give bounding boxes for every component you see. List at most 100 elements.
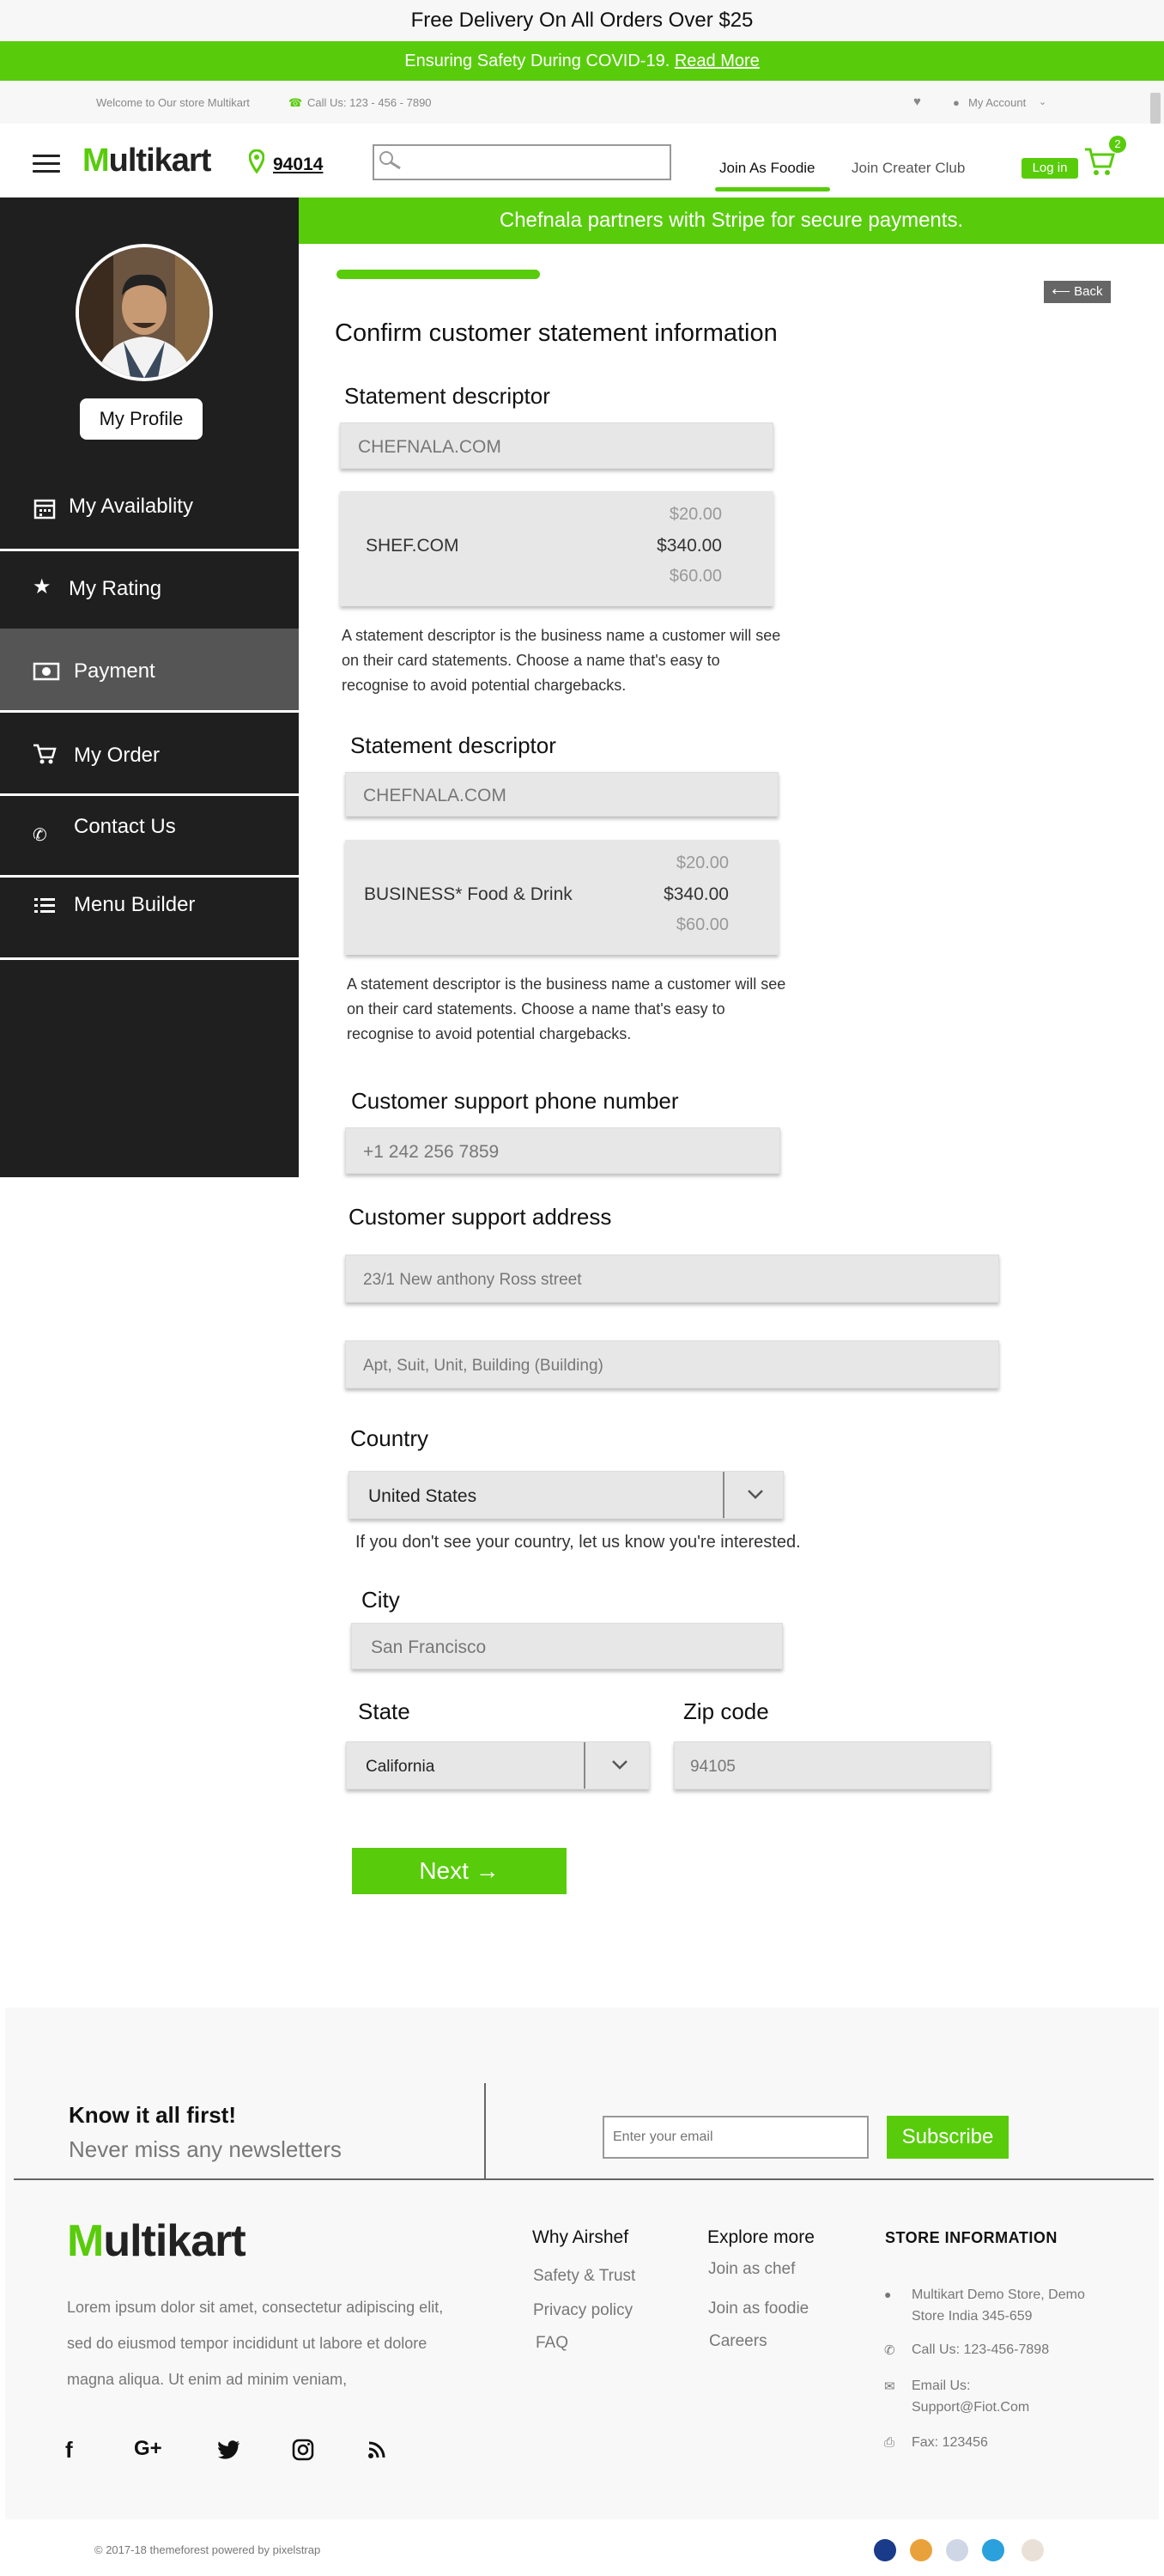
nav-join-creator-club[interactable]: Join Creater Club [852, 160, 965, 177]
twitter-icon[interactable] [218, 2440, 240, 2459]
sidebar-item-availability[interactable]: My Availablity [0, 471, 299, 551]
progress-bar [336, 270, 540, 279]
footer-divider [14, 2178, 1154, 2180]
chevron-down-icon [612, 1760, 627, 1770]
my-profile-button[interactable]: My Profile [80, 398, 203, 440]
instagram-icon[interactable] [292, 2439, 314, 2461]
my-account-link[interactable]: My Account [968, 96, 1026, 109]
nav-join-foodie[interactable]: Join As Foodie [719, 160, 815, 177]
read-more-link[interactable]: Read More [675, 52, 760, 70]
phone-icon: ✆ [33, 826, 47, 845]
cart-icon[interactable] [1083, 146, 1116, 179]
login-button[interactable]: Log in [1022, 158, 1078, 179]
mastercard-icon [910, 2539, 932, 2561]
zip-code-link[interactable]: 94014 [273, 155, 323, 175]
store-fax: Fax: 123456 [912, 2435, 988, 2450]
user-icon: ● [953, 96, 960, 109]
newsletter-subtitle: Never miss any newsletters [69, 2136, 342, 2162]
preview-amount: $340.00 [657, 536, 722, 556]
city-input[interactable]: San Francisco [351, 1623, 783, 1669]
sidebar-item-my-order[interactable]: My Order [0, 713, 299, 796]
subscribe-button[interactable]: Subscribe [887, 2116, 1009, 2159]
sidebar-item-rating[interactable]: ★ My Rating [0, 554, 299, 635]
list-icon [34, 898, 55, 913]
heart-icon[interactable]: ♥ [913, 94, 921, 109]
statement-description: A statement descriptor is the business n… [342, 627, 781, 694]
back-button[interactable]: ⟵ Back [1044, 281, 1111, 303]
info-bar: Welcome to Our store Multikart ☎ Call Us… [0, 81, 1164, 124]
store-info-title: STORE INFORMATION [885, 2229, 1058, 2246]
hamburger-menu-icon[interactable] [33, 155, 60, 173]
arrow-left-icon: ⟵ [1052, 284, 1070, 299]
preview-amount: $340.00 [664, 884, 729, 904]
sidebar-item-label: Payment [74, 659, 155, 683]
country-heading: Country [350, 1425, 429, 1451]
support-phone-input[interactable]: +1 242 256 7859 [345, 1127, 780, 1174]
support-address-heading: Customer support address [349, 1204, 612, 1230]
store-email: Email Us: Support@Fiot.Com [912, 2379, 1030, 2415]
statement-descriptor-input[interactable]: CHEFNALA.COM [345, 772, 779, 817]
email-icon: ✉ [884, 2379, 895, 2394]
sidebar-item-label: My Availablity [69, 495, 193, 518]
newsletter-title: Know it all first! [69, 2102, 236, 2128]
preview-amount: $60.00 [676, 915, 729, 934]
footer-logo[interactable]: Multikart [67, 2215, 246, 2267]
cart-icon [33, 744, 57, 764]
sidebar-item-menu-builder[interactable]: Menu Builder [0, 878, 299, 960]
footer-col2-title: Explore more [707, 2227, 815, 2247]
search-input[interactable] [373, 144, 671, 180]
preview-name: BUSINESS* Food & Drink [364, 884, 573, 904]
active-nav-underline [715, 187, 830, 191]
country-note: If you don't see your country, let us kn… [355, 1533, 801, 1552]
sidebar-item-label: My Rating [69, 577, 162, 600]
sidebar-item-label: Contact Us [74, 815, 176, 838]
discover-icon [1022, 2539, 1044, 2561]
search-icon [379, 151, 401, 170]
scrollbar[interactable] [1150, 93, 1161, 124]
footer-divider [484, 2083, 486, 2179]
sidebar-item-payment[interactable]: Payment [0, 629, 299, 713]
next-button[interactable]: Next → [352, 1848, 567, 1894]
statement-descriptor-heading: Statement descriptor [344, 383, 550, 409]
newsletter-email-input[interactable] [603, 2116, 869, 2159]
country-select[interactable]: United States [349, 1471, 784, 1519]
star-icon: ★ [33, 575, 52, 598]
support-phone-heading: Customer support phone number [351, 1088, 679, 1114]
google-plus-icon[interactable]: G+ [134, 2437, 162, 2461]
address-line2-input[interactable]: Apt, Suit, Unit, Building (Building) [345, 1340, 999, 1388]
state-select[interactable]: California [346, 1741, 650, 1789]
footer-link-join-foodie[interactable]: Join as foodie [708, 2300, 809, 2318]
paypal-icon [946, 2539, 968, 2561]
state-heading: State [358, 1698, 410, 1724]
zip-code-input[interactable]: 94105 [674, 1741, 991, 1789]
footer-link-safety[interactable]: Safety & Trust [533, 2267, 635, 2286]
call-text: Call Us: 123 - 456 - 7890 [307, 96, 432, 109]
footer-about: Lorem ipsum dolor sit amet, consectetur … [67, 2299, 444, 2388]
covid-text: Ensuring Safety During COVID-19. [404, 52, 670, 70]
statement-preview-card: SHEF.COM $20.00 $340.00 $60.00 [340, 491, 773, 606]
facebook-icon[interactable]: f [65, 2437, 73, 2464]
statement-description: A statement descriptor is the business n… [347, 975, 786, 1042]
stripe-banner: Chefnala partners with Stripe for secure… [299, 197, 1164, 244]
store-address: Multikart Demo Store, Demo Store India 3… [912, 2287, 1085, 2324]
calendar-icon [33, 499, 56, 519]
rss-icon[interactable] [367, 2440, 386, 2459]
promo-text: Free Delivery On All Orders Over $25 [410, 9, 754, 32]
statement-preview-card: BUSINESS* Food & Drink $20.00 $340.00 $6… [345, 840, 779, 955]
sidebar-item-contact-us[interactable]: ✆ Contact Us [0, 796, 299, 878]
footer-link-faq[interactable]: FAQ [536, 2334, 568, 2353]
preview-amount: $20.00 [676, 854, 729, 872]
phone-icon: ☎ [288, 96, 303, 109]
footer-link-join-chef[interactable]: Join as chef [708, 2260, 795, 2279]
fax-icon: ⎙ [884, 2435, 895, 2450]
address-line1-input[interactable]: 23/1 New anthony Ross street [345, 1255, 999, 1303]
logo[interactable]: Multikart [82, 143, 211, 179]
promo-banner: Free Delivery On All Orders Over $25 [0, 0, 1164, 41]
covid-banner: Ensuring Safety During COVID-19. Read Mo… [0, 41, 1164, 81]
location-pin-icon [249, 149, 264, 173]
footer-link-careers[interactable]: Careers [709, 2332, 767, 2351]
preview-name: SHEF.COM [366, 536, 459, 556]
footer-link-privacy[interactable]: Privacy policy [533, 2301, 633, 2320]
statement-descriptor-input[interactable]: CHEFNALA.COM [340, 422, 773, 469]
chevron-down-icon [748, 1490, 763, 1499]
